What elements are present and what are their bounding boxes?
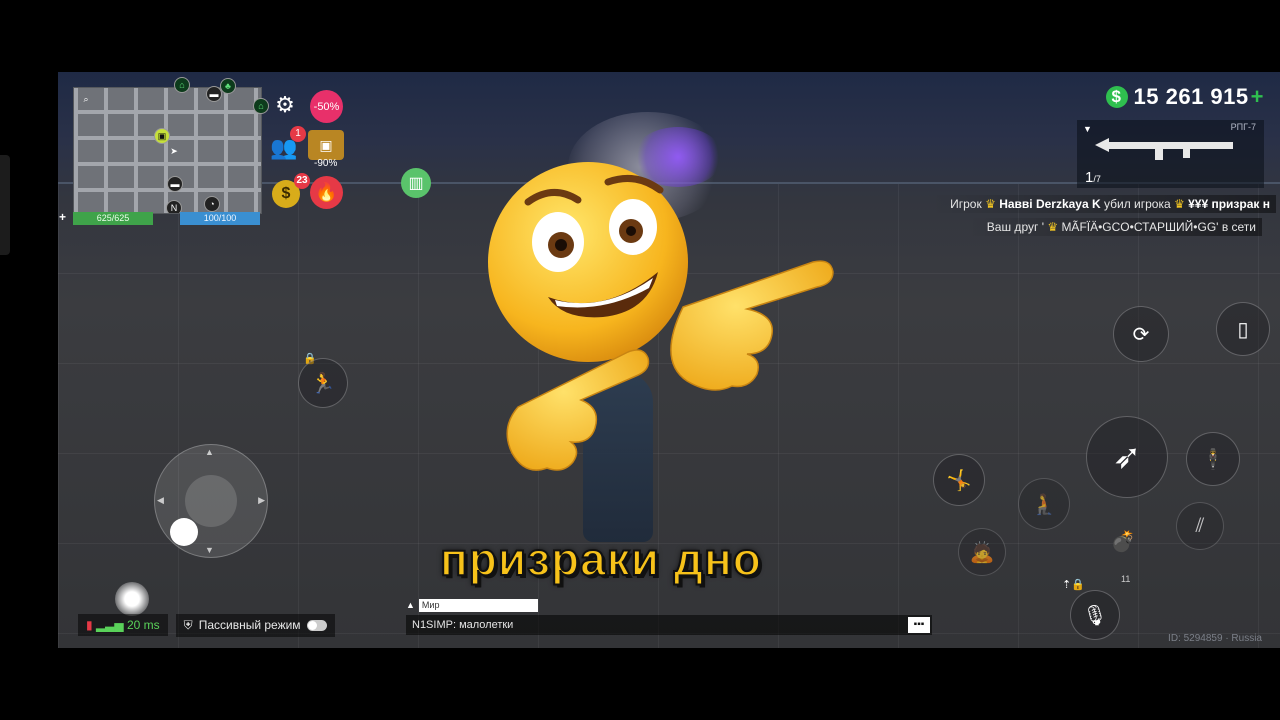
feed-prefix: Игрок — [950, 197, 982, 211]
ammo-icon[interactable]: ⫽ — [1176, 502, 1224, 550]
weapon-panel[interactable]: ▼ РПГ-7 1/7 — [1077, 120, 1264, 188]
search-icon[interactable]: ⌕ — [79, 92, 93, 106]
armor-bar: 100/100 — [180, 212, 260, 225]
arrow-down-icon: ▼ — [205, 545, 214, 555]
camera-knob[interactable] — [115, 582, 149, 616]
chat-channel-row[interactable]: ▲ Мир — [406, 598, 932, 612]
chat-icon[interactable]: ▪▪▪ — [908, 617, 930, 633]
treasure-chest-icon[interactable]: ▣ — [308, 130, 344, 160]
shield-icon: ⛨ — [183, 617, 193, 632]
ping-value: 20 ms — [126, 618, 160, 632]
arrow-right-icon: ▶ — [258, 495, 265, 505]
chat-panel[interactable]: ▲ Мир N1SIMP: малолетки ▪▪▪ — [406, 598, 932, 635]
ammo-counter: 1/7 — [1085, 169, 1101, 186]
kill-feed-line: Игрок ♛ Навві Derzkaya K убил игрока ♛ ¥… — [930, 195, 1276, 213]
chat-expand-icon[interactable]: ▲ — [406, 600, 415, 610]
weapon-switch-arrow-icon[interactable]: ▼ — [1083, 124, 1092, 134]
dollar-icon: $ — [1105, 86, 1128, 108]
mic-lock-icon: ⇡🔒 — [1062, 579, 1085, 591]
stand-icon[interactable]: 🕴 — [1186, 432, 1240, 486]
player-arrow-icon: ➤ — [170, 146, 178, 156]
passive-mode-toggle[interactable]: ⛨ Пассивный режим — [175, 613, 335, 637]
friend-name: MÃFÏÄ•GCO•СТАРШИЙ•GG' — [1061, 220, 1219, 234]
settings-gear-icon[interactable]: ⚙ — [270, 90, 300, 120]
killer-name: Навві Derzkaya K — [999, 197, 1101, 211]
home-marker-icon: ⌂ — [174, 77, 190, 93]
prone-icon[interactable]: 🙇 — [958, 528, 1006, 576]
grenade-icon[interactable]: 💣 — [1100, 518, 1146, 564]
passive-mode-switch[interactable] — [306, 619, 327, 631]
health-armor-bars: + 625/625 100/100 — [59, 211, 260, 225]
joystick-knob[interactable] — [170, 518, 198, 546]
ammo-total: /7 — [1093, 174, 1101, 184]
ping-indicator: ▮ ▂▃▅ 20 ms — [78, 614, 168, 636]
passive-mode-label: Пассивный режим — [198, 618, 301, 632]
quest-marker-icon[interactable]: ▥ — [401, 168, 431, 198]
joystick-center — [185, 475, 237, 527]
map-point-icon: ▬ — [167, 176, 183, 192]
pointing-emoji-icon — [488, 162, 834, 471]
money-amount: 15 261 915 — [1133, 84, 1249, 109]
fire-icon[interactable]: 🔥 — [310, 176, 343, 209]
shop-count-badge: 23 — [294, 173, 310, 189]
discount-label: -50% — [313, 100, 340, 113]
friends-count-badge: 1 — [290, 126, 306, 142]
jump-icon[interactable]: 🤸 — [933, 454, 985, 506]
friends-icon[interactable]: 👥 1 — [268, 126, 306, 164]
map-marker-icon: ▣ — [154, 128, 170, 144]
friend-suffix: в сети — [1221, 220, 1256, 234]
add-money-button[interactable]: + — [1251, 84, 1264, 110]
chest-discount-label: -90% — [314, 158, 338, 169]
microphone-icon[interactable]: 🎙 — [1070, 590, 1120, 640]
armor-value: 100/100 — [203, 213, 237, 223]
tree-marker-icon: ♣ — [220, 78, 236, 94]
crouch-icon[interactable]: 🧎 — [1018, 478, 1070, 530]
sprint-icon[interactable]: 🏃 — [298, 358, 348, 408]
fire-weapon-icon[interactable]: ➶ — [1086, 416, 1168, 498]
home-marker-icon: ⌂ — [253, 98, 269, 114]
video-subtitle: призраки дно — [439, 532, 762, 586]
crown-icon: ♛ — [1174, 197, 1185, 211]
feed-action: убил игрока — [1104, 197, 1171, 211]
hp-value: 625/625 — [96, 213, 130, 223]
arrow-left-icon: ◀ — [157, 495, 164, 505]
minimap[interactable]: ⌕ ▣ ➤ ▬ ◔ N — [73, 87, 262, 214]
battery-icon: ▮ — [86, 618, 93, 632]
signal-icon: ▂▃▅ — [95, 618, 124, 632]
chat-message: N1SIMP: малолетки — [412, 619, 514, 631]
movement-joystick[interactable]: ▲ ▼ ◀ ▶ — [154, 444, 268, 558]
crown-icon: ♛ — [1047, 220, 1059, 234]
steering-wheel-icon[interactable]: ⟳ — [1113, 306, 1169, 362]
crown-icon: ♛ — [985, 197, 996, 211]
friend-prefix: Ваш друг ' — [986, 220, 1044, 234]
chat-channel-input[interactable]: Мир — [418, 598, 538, 612]
side-notch — [0, 155, 10, 255]
phone-icon[interactable]: ▯ — [1216, 302, 1270, 356]
money-bag-icon[interactable]: $ 23 — [272, 173, 310, 208]
game-viewport[interactable]: ⌕ ▣ ➤ ▬ ◔ N ⌂ ▬ ♣ ⌂ + 625/625 100/100 ⚙ … — [58, 72, 1280, 648]
arrow-up-icon: ▲ — [205, 447, 214, 457]
money-display: $ 15 261 915 + — [1105, 84, 1264, 110]
hp-bar: + 625/625 — [59, 211, 153, 225]
chat-message-row: N1SIMP: малолетки ▪▪▪ — [406, 615, 932, 635]
discount-button[interactable]: -50% — [310, 90, 343, 123]
victim-name: ¥¥¥ призрак н — [1188, 197, 1270, 211]
map-point-icon: ◔ — [204, 196, 220, 212]
status-row: ▮ ▂▃▅ 20 ms ⛨ Пассивный режим — [78, 613, 335, 637]
grenade-count: 11 — [1121, 574, 1131, 584]
server-id: ID: 5294859 · Russia — [1168, 633, 1262, 644]
friend-online-line: Ваш друг ' ♛ MÃFÏÄ•GCO•СТАРШИЙ•GG' в сет… — [966, 218, 1262, 236]
rpg-weapon-icon — [1095, 138, 1233, 160]
heal-plus-icon[interactable]: + — [59, 211, 66, 224]
